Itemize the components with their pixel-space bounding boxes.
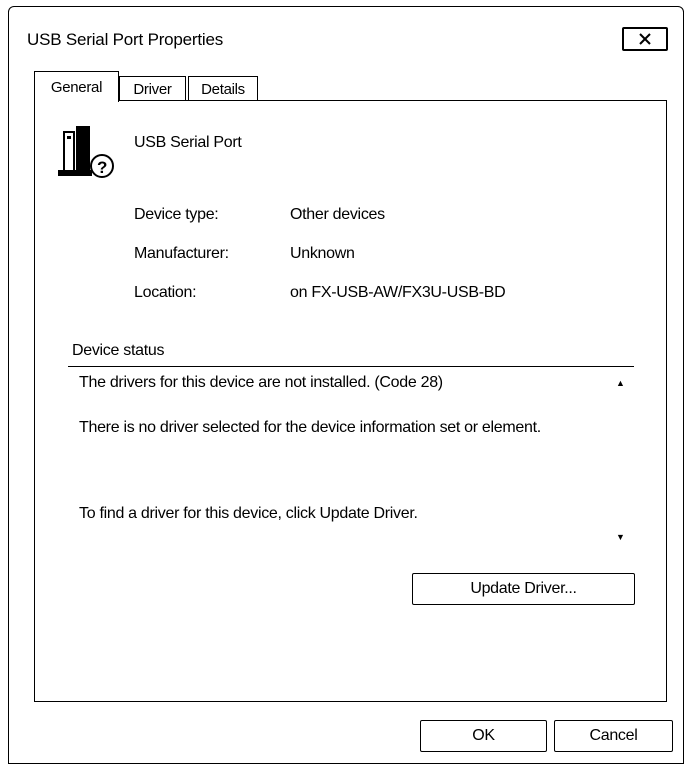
device-name: USB Serial Port (134, 134, 242, 151)
device-status-label: Device status (72, 342, 165, 359)
general-tab-panel (34, 100, 667, 702)
status-line-detail: There is no driver selected for the devi… (79, 419, 541, 436)
cancel-button[interactable]: Cancel (554, 720, 673, 752)
svg-text:?: ? (97, 158, 107, 177)
manufacturer-label: Manufacturer: (134, 245, 229, 262)
device-type-label: Device type: (134, 206, 219, 223)
close-button[interactable] (622, 27, 668, 51)
close-icon (639, 33, 651, 45)
scroll-up-arrow[interactable]: ▲ (616, 378, 625, 388)
tab-details[interactable]: Details (188, 76, 258, 102)
serial-port-unknown-icon: ? (56, 124, 120, 184)
tab-driver[interactable]: Driver (119, 76, 186, 102)
manufacturer-value: Unknown (290, 245, 355, 262)
ok-button[interactable]: OK (420, 720, 547, 752)
status-line-instruction: To find a driver for this device, click … (79, 505, 418, 522)
update-driver-button[interactable]: Update Driver... (412, 573, 635, 605)
device-status-divider (68, 366, 634, 367)
device-type-value: Other devices (290, 206, 385, 223)
scroll-down-arrow[interactable]: ▼ (616, 532, 625, 542)
location-value: on FX-USB-AW/FX3U-USB-BD (290, 284, 506, 301)
status-line-code: The drivers for this device are not inst… (79, 374, 443, 391)
dialog-title: USB Serial Port Properties (27, 30, 224, 49)
tab-general[interactable]: General (34, 71, 119, 102)
location-label: Location: (134, 284, 197, 301)
